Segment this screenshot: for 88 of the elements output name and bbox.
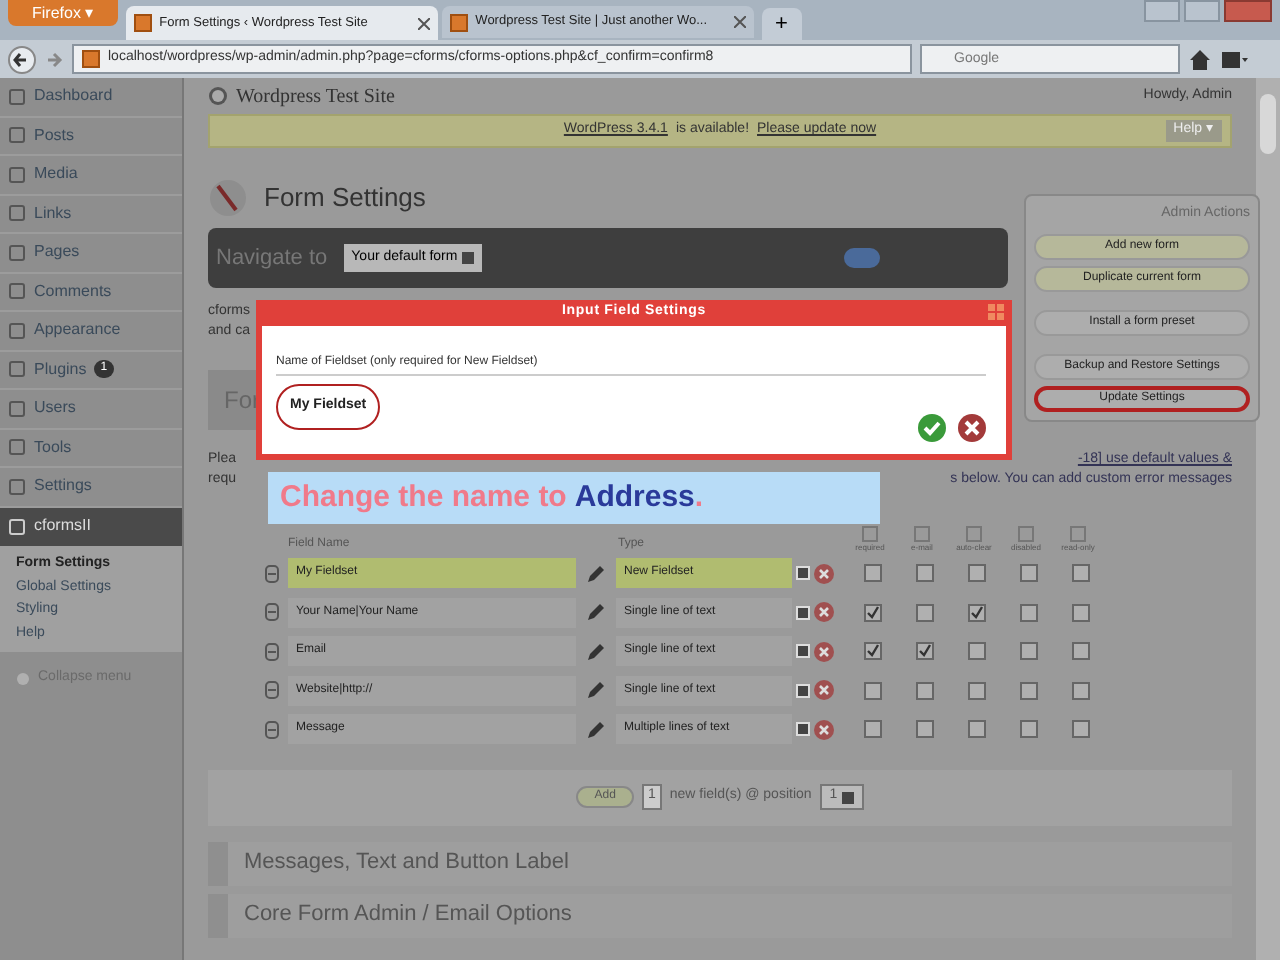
- drag-handle-icon[interactable]: [264, 563, 280, 584]
- drag-handle-icon[interactable]: [264, 602, 280, 623]
- checkbox[interactable]: [915, 603, 933, 622]
- firefox-menu-button[interactable]: Firefox ▾: [8, 0, 118, 26]
- home-icon[interactable]: [1188, 47, 1212, 71]
- page-icon: [133, 14, 152, 32]
- confirm-icon[interactable]: [918, 414, 946, 442]
- checkbox[interactable]: [967, 564, 985, 583]
- menu-icon: [8, 517, 26, 536]
- checkbox[interactable]: [1019, 642, 1037, 661]
- checkbox[interactable]: [863, 603, 881, 622]
- checkbox[interactable]: [1019, 603, 1037, 622]
- back-icon[interactable]: [8, 45, 36, 73]
- page-icon: [82, 50, 100, 68]
- checkbox[interactable]: [915, 642, 933, 661]
- callout-text: Change the name to: [280, 479, 567, 514]
- menu-icon: [8, 438, 26, 457]
- menu-icon: [8, 243, 26, 262]
- checkbox[interactable]: [915, 681, 933, 700]
- flag-icon: [966, 526, 982, 542]
- menu-icon: [8, 87, 26, 106]
- scrollbar[interactable]: [1256, 78, 1280, 960]
- pencil-icon[interactable]: [586, 602, 606, 623]
- navigate-label: Navigate to: [216, 243, 328, 274]
- page-icon: [449, 13, 468, 31]
- dropdown-icon[interactable]: [796, 644, 810, 659]
- menu-icon: [8, 360, 26, 379]
- cancel-icon[interactable]: [958, 414, 986, 442]
- dropdown-icon[interactable]: [796, 683, 810, 698]
- callout-punctuation: .: [694, 479, 704, 514]
- drag-handle-icon[interactable]: [264, 680, 280, 701]
- dropdown-icon[interactable]: [796, 722, 810, 737]
- pencil-icon[interactable]: [586, 641, 606, 662]
- menu-icon: [8, 282, 26, 301]
- delete-icon[interactable]: [814, 641, 834, 662]
- drag-handle-icon[interactable]: [264, 719, 280, 740]
- flag-icon: [1070, 526, 1086, 542]
- pencil-icon[interactable]: [586, 719, 606, 740]
- flag-icon: [1018, 526, 1034, 542]
- checkbox[interactable]: [863, 720, 881, 739]
- checkbox[interactable]: [967, 603, 985, 622]
- delete-icon[interactable]: [814, 602, 834, 623]
- collapse-icon[interactable]: [16, 671, 30, 686]
- scrollbar-thumb[interactable]: [1260, 94, 1276, 154]
- new-tab-button[interactable]: +: [761, 8, 802, 40]
- delete-icon[interactable]: [814, 719, 834, 740]
- checkbox[interactable]: [1071, 720, 1089, 739]
- page-title: Form Settings: [264, 180, 426, 217]
- menu-icon: [8, 165, 26, 184]
- delete-icon[interactable]: [814, 563, 834, 584]
- checkbox[interactable]: [863, 681, 881, 700]
- navigate-button[interactable]: [844, 248, 880, 268]
- checkbox[interactable]: [863, 564, 881, 583]
- menu-icon: [8, 321, 26, 340]
- checkbox[interactable]: [1019, 564, 1037, 583]
- checkbox[interactable]: [1071, 642, 1089, 661]
- sidebar-item[interactable]: cformsII: [0, 507, 182, 546]
- checkbox[interactable]: [1071, 603, 1089, 622]
- checkbox[interactable]: [1019, 720, 1037, 739]
- minimize-icon[interactable]: [1144, 0, 1180, 22]
- bookmarks-icon[interactable]: [1220, 47, 1248, 71]
- checkbox[interactable]: [967, 720, 985, 739]
- checkbox[interactable]: [1071, 681, 1089, 700]
- checkbox[interactable]: [967, 642, 985, 661]
- pencil-icon[interactable]: [586, 563, 606, 584]
- checkbox[interactable]: [967, 681, 985, 700]
- checkbox[interactable]: [1019, 681, 1037, 700]
- checkbox[interactable]: [863, 642, 881, 661]
- site-title[interactable]: Wordpress Test Site: [236, 81, 395, 111]
- menu-icon: [8, 477, 26, 496]
- checkbox[interactable]: [1071, 564, 1089, 583]
- pencil-icon[interactable]: [586, 680, 606, 701]
- menu-icon: [8, 399, 26, 418]
- wordpress-logo-icon: [208, 86, 228, 106]
- restore-icon[interactable]: [1184, 0, 1220, 22]
- drag-handle-icon[interactable]: [264, 641, 280, 662]
- menu-icon: [8, 204, 26, 223]
- menu-icon: [8, 126, 26, 145]
- delete-icon[interactable]: [814, 680, 834, 701]
- forward-icon[interactable]: [44, 49, 64, 69]
- checkbox[interactable]: [915, 720, 933, 739]
- wand-icon: [208, 178, 248, 218]
- dropdown-icon[interactable]: [796, 566, 810, 581]
- dropdown-icon[interactable]: [796, 605, 810, 620]
- flag-icon: [862, 526, 878, 542]
- callout-emphasis: Address: [574, 479, 695, 514]
- checkbox[interactable]: [915, 564, 933, 583]
- flag-icon: [914, 526, 930, 542]
